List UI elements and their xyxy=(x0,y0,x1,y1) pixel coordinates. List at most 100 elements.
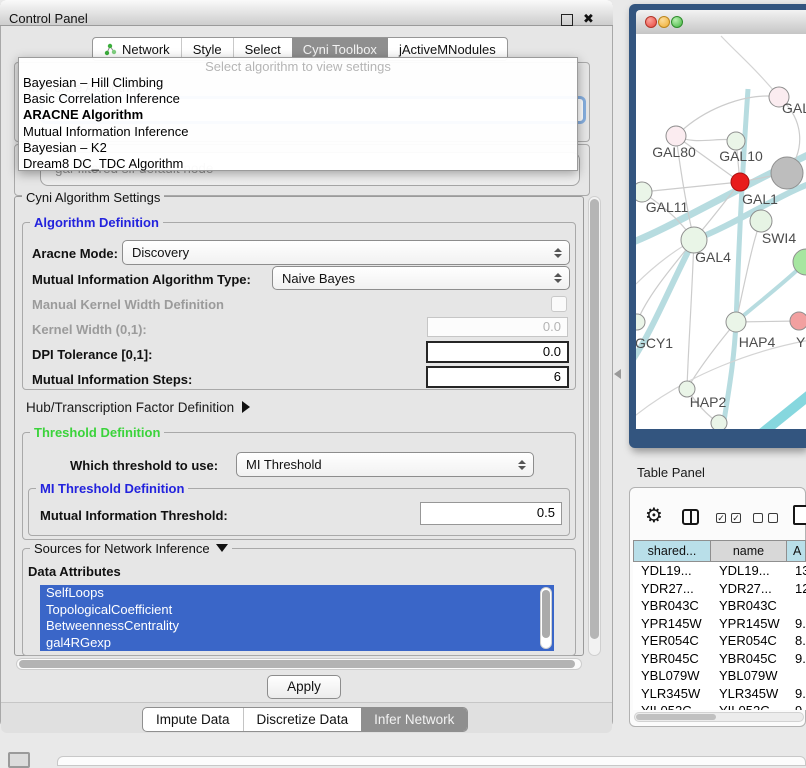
close-traffic-light[interactable] xyxy=(645,16,657,28)
table-cell: 13 xyxy=(789,563,806,578)
settings-vertical-scrollbar[interactable] xyxy=(588,196,601,656)
kernel-width-input[interactable]: 0.0 xyxy=(427,317,568,337)
scrollbar-thumb[interactable] xyxy=(19,660,575,668)
split-pane-collapse-icon[interactable] xyxy=(614,369,621,379)
table-row[interactable]: YER054CYER054C8. xyxy=(633,632,806,650)
close-icon[interactable]: ✖ xyxy=(583,10,594,27)
unchecked-box-icon xyxy=(768,513,778,523)
table-row[interactable]: YDL19...YDL19...13 xyxy=(633,562,806,580)
algorithm-definition-label: Algorithm Definition xyxy=(30,215,163,230)
network-node[interactable] xyxy=(731,173,749,191)
attribute-list-item[interactable]: TopologicalCoefficient xyxy=(40,602,554,619)
table-cell: YPR145W xyxy=(633,616,711,631)
table-row[interactable]: YPR145WYPR145W9. xyxy=(633,615,806,633)
which-threshold-combo[interactable]: MI Threshold xyxy=(236,452,534,477)
network-icon xyxy=(104,43,117,56)
network-node[interactable] xyxy=(771,157,803,189)
collapsed-arrow-icon xyxy=(242,401,250,413)
minimize-traffic-light[interactable] xyxy=(658,16,670,28)
table-row[interactable]: YIL052CYIL052C9. xyxy=(633,702,806,710)
sources-group-toggle[interactable]: Sources for Network Inference xyxy=(30,541,232,556)
attributes-scrollbar[interactable] xyxy=(540,587,552,649)
attribute-list-item[interactable]: SelfLoops xyxy=(40,585,554,602)
algorithm-popup-list: Bayesian – Hill ClimbingBasic Correlatio… xyxy=(19,75,577,172)
tab-discretize-data[interactable]: Discretize Data xyxy=(243,708,362,731)
table-cell: 12 xyxy=(789,581,806,596)
network-node-label: HAP4 xyxy=(739,334,776,350)
attribute-list-item[interactable]: gal4RGexp xyxy=(40,635,554,652)
table-cell: YDR27... xyxy=(633,581,711,596)
zoom-traffic-light[interactable] xyxy=(671,16,683,28)
network-node[interactable] xyxy=(711,415,727,429)
network-node-label: Y xyxy=(796,334,806,350)
columns-icon-divider xyxy=(690,511,692,523)
tab-impute-data[interactable]: Impute Data xyxy=(143,708,243,731)
columns-icon[interactable] xyxy=(682,509,699,525)
manual-kernel-checkbox[interactable] xyxy=(551,296,567,312)
table-header-row: shared...nameA xyxy=(633,540,806,562)
dpi-tolerance-input[interactable]: 0.0 xyxy=(426,341,569,363)
network-node[interactable] xyxy=(726,312,746,332)
popup-placeholder: Select algorithm to view settings xyxy=(19,59,577,75)
scrollbar-thumb[interactable] xyxy=(590,199,599,639)
aracne-mode-combo[interactable]: Discovery xyxy=(122,240,570,265)
checked-box-icon: ✓ xyxy=(731,513,741,523)
hub-definition-toggle[interactable]: Hub/Transcription Factor Definition xyxy=(26,400,250,415)
document-icon[interactable] xyxy=(793,505,806,525)
table-column-header[interactable]: name xyxy=(711,540,787,562)
table-cell: YBL079W xyxy=(711,668,789,683)
table-cell: 9. xyxy=(789,703,806,710)
deselect-all-checkboxes-icon[interactable] xyxy=(753,513,778,523)
table-cell: YER054C xyxy=(633,633,711,648)
algorithm-option[interactable]: Bayesian – Hill Climbing xyxy=(19,75,577,91)
algorithm-option[interactable]: Bayesian – K2 xyxy=(19,140,577,156)
aracne-mode-value: Discovery xyxy=(132,245,189,260)
float-window-icon[interactable] xyxy=(561,14,573,26)
hub-definition-label: Hub/Transcription Factor Definition xyxy=(26,400,234,415)
mi-algorithm-type-combo[interactable]: Naive Bayes xyxy=(272,266,570,290)
network-node[interactable] xyxy=(790,312,806,330)
bottom-panel-edge xyxy=(57,756,806,766)
table-panel-title: Table Panel xyxy=(637,465,705,480)
select-all-checkboxes-icon[interactable]: ✓ ✓ xyxy=(716,513,741,523)
network-node-label: HAP2 xyxy=(690,394,727,410)
stepper-arrows-icon xyxy=(518,460,526,470)
network-node[interactable] xyxy=(636,314,645,330)
manual-kernel-label: Manual Kernel Width Definition xyxy=(32,297,224,312)
table-row[interactable]: YBR045CYBR045C9. xyxy=(633,650,806,668)
algorithm-option[interactable]: ARACNE Algorithm xyxy=(19,107,577,123)
settings-horizontal-scrollbar[interactable] xyxy=(16,658,582,670)
table-row[interactable]: YBL079WYBL079W xyxy=(633,667,806,685)
table-row[interactable]: YDR27...YDR27...12 xyxy=(633,580,806,598)
table-cell: YBL079W xyxy=(633,668,711,683)
table-horizontal-scrollbar[interactable] xyxy=(634,712,804,722)
algorithm-option[interactable]: Mutual Information Inference xyxy=(19,124,577,140)
scrollbar-thumb[interactable] xyxy=(636,714,716,720)
algorithm-option[interactable]: Dream8 DC_TDC Algorithm xyxy=(19,156,577,172)
network-node[interactable] xyxy=(666,126,686,146)
algorithm-option[interactable]: Basic Correlation Inference xyxy=(19,91,577,107)
which-threshold-label: Which threshold to use: xyxy=(70,458,218,473)
gear-icon[interactable]: ⚙ xyxy=(645,505,663,527)
data-attributes-list: SelfLoopsTopologicalCoefficientBetweenne… xyxy=(40,585,554,651)
mi-threshold-input[interactable]: 0.5 xyxy=(420,502,562,525)
network-node-label: GAL1 xyxy=(742,191,778,207)
network-canvas[interactable]: GALGAL80GAL10GAL1GAL11SWI4GAL4GCY1HAP4YH… xyxy=(636,34,806,429)
mi-steps-input[interactable]: 6 xyxy=(426,366,569,388)
scrollbar-thumb[interactable] xyxy=(542,590,550,638)
minimized-panel-icon[interactable] xyxy=(8,752,30,768)
table-cell: YPR145W xyxy=(711,616,789,631)
attribute-list-item[interactable]: BetweennessCentrality xyxy=(40,618,554,635)
table-row[interactable]: YLR345WYLR345W9. xyxy=(633,685,806,703)
mi-steps-label: Mutual Information Steps: xyxy=(32,372,192,387)
table-row[interactable]: YBR043CYBR043C xyxy=(633,597,806,615)
tab-infer-network[interactable]: Infer Network xyxy=(361,708,467,731)
control-panel-title: Control Panel xyxy=(9,11,88,26)
unchecked-box-icon xyxy=(753,513,763,523)
table-cell: 9. xyxy=(789,616,806,631)
table-column-header[interactable]: shared... xyxy=(633,540,711,562)
table-column-header[interactable]: A xyxy=(787,540,806,562)
network-node[interactable] xyxy=(750,210,772,232)
apply-button[interactable]: Apply xyxy=(267,675,341,699)
kernel-width-label: Kernel Width (0,1): xyxy=(32,322,147,337)
